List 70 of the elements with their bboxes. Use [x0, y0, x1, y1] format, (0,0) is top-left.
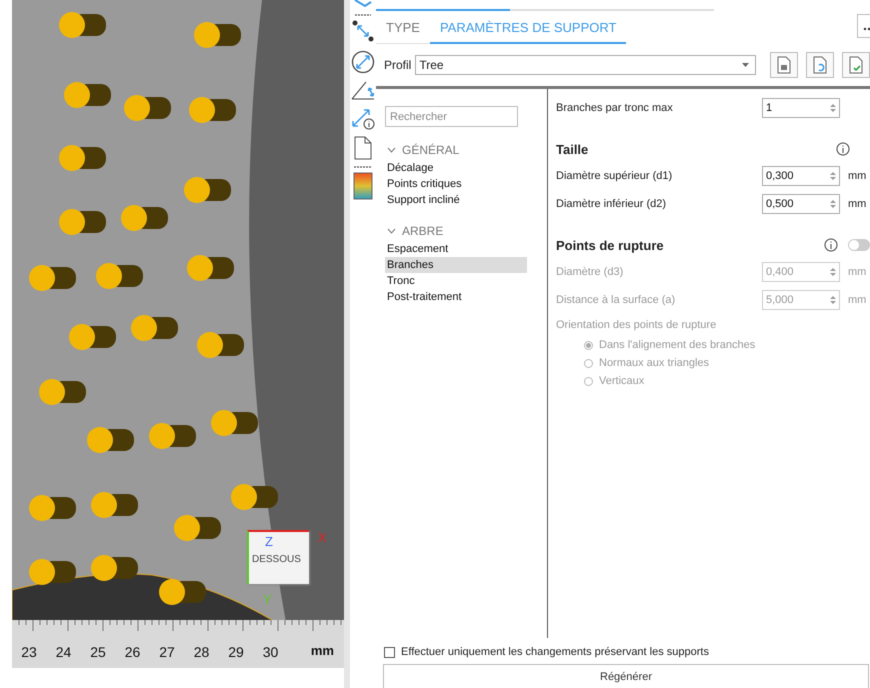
- tree-group-label: GÉNÉRAL: [402, 143, 460, 157]
- spinner-arrows-icon[interactable]: [830, 103, 836, 113]
- info-icon[interactable]: [824, 238, 838, 252]
- tree-item[interactable]: Espacement: [385, 241, 527, 257]
- tab[interactable]: TYPE: [376, 20, 430, 44]
- ruler-number: 28: [192, 644, 210, 660]
- reset-profile-button[interactable]: [806, 52, 834, 78]
- section-title: Taille: [556, 142, 590, 156]
- spinner-arrows-icon[interactable]: [830, 267, 836, 277]
- setting-label: Diamètre inférieur (d2): [556, 198, 668, 210]
- tree-item[interactable]: Support incliné: [385, 192, 527, 208]
- chevron-icon[interactable]: [387, 228, 396, 234]
- setting-label: Diamètre (d3): [556, 266, 624, 278]
- radio-label: Verticaux: [599, 375, 644, 387]
- profile-dropdown[interactable]: Tree: [415, 55, 756, 75]
- axis-label: Y: [263, 592, 272, 607]
- document-icon: [849, 56, 863, 74]
- diameter-icon[interactable]: [351, 50, 375, 74]
- ruler-unit: mm: [310, 643, 334, 658]
- tree-item[interactable]: Points critiques: [385, 176, 527, 192]
- ruler-number: 26: [124, 644, 142, 660]
- spinner-arrows-icon[interactable]: [830, 295, 836, 305]
- distance-icon[interactable]: [352, 14, 374, 44]
- ruler-number: 24: [54, 644, 72, 660]
- save-profile-button[interactable]: [770, 52, 798, 78]
- unit-label: mm: [848, 198, 868, 210]
- document-icon: [813, 56, 827, 74]
- tree-item[interactable]: Tronc: [385, 273, 527, 289]
- regenerate-button[interactable]: Régénérer: [383, 664, 869, 688]
- ruler-number: 25: [89, 644, 107, 660]
- angle-icon[interactable]: [351, 80, 375, 100]
- profile-label: Profil: [384, 58, 412, 72]
- caret-icon: [742, 63, 749, 67]
- ruler-number: 29: [227, 644, 245, 660]
- unit-label: mm: [848, 294, 868, 306]
- tree-item[interactable]: Branches: [385, 257, 527, 273]
- number-field[interactable]: 0,500: [762, 194, 840, 214]
- page-icon[interactable]: [354, 136, 372, 160]
- radio-label: Dans l'alignement des branches: [599, 339, 756, 351]
- tree-item[interactable]: Post-traitement: [385, 289, 527, 305]
- search-field[interactable]: Rechercher: [385, 106, 518, 127]
- setting-label: Diamètre supérieur (d1): [556, 170, 674, 182]
- setting-caption: Orientation des points de rupture: [556, 318, 718, 333]
- tree-group-label: ARBRE: [402, 224, 444, 238]
- tree-item[interactable]: Décalage: [385, 160, 527, 176]
- spinner-arrows-icon[interactable]: [830, 199, 836, 209]
- toggle-switch[interactable]: [848, 239, 870, 251]
- section-title: Points de rupture: [556, 238, 665, 252]
- number-field[interactable]: 1: [762, 98, 840, 118]
- number-field[interactable]: 0,300: [762, 166, 840, 186]
- apply-profile-button[interactable]: [842, 52, 870, 78]
- radio-label: Normaux aux triangles: [599, 357, 710, 369]
- ruler-number: 27: [158, 644, 176, 660]
- ruler-number: 30: [262, 644, 280, 660]
- dots-icon: [863, 26, 870, 30]
- color-scale-icon[interactable]: [353, 166, 373, 200]
- setting-label: Distance à la surface (a): [556, 294, 676, 306]
- checkbox-label: Effectuer uniquement les changements préservant les supports: [401, 646, 709, 658]
- checkbox[interactable]: [384, 646, 395, 658]
- axis-label: X: [318, 530, 327, 545]
- ruler-number: 23: [20, 644, 38, 660]
- axis-label: Z: [265, 534, 273, 549]
- setting-label: Branches par tronc max: [556, 102, 674, 114]
- spinner-arrows-icon[interactable]: [830, 171, 836, 181]
- unit-label: mm: [848, 170, 868, 182]
- cube-face-label: DESSOUS: [252, 554, 301, 565]
- unit-label: mm: [848, 266, 868, 278]
- chevron-icon[interactable]: [387, 147, 396, 153]
- info-icon[interactable]: [836, 142, 850, 156]
- document-icon: [777, 56, 791, 74]
